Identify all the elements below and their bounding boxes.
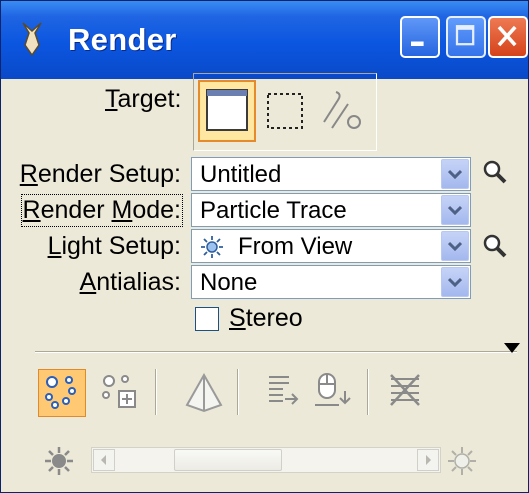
bright-sun-icon [448,447,476,475]
dialog-body: Target: Render Setup: Untitled Render Mo… [1,73,528,492]
chevron-down-icon [448,205,462,215]
render-mode-value: Particle Trace [200,197,347,224]
search-icon[interactable] [482,233,508,259]
element-icon [323,91,361,129]
toolbar-separator [237,369,239,415]
save-image-icon [269,376,299,405]
sun-light-icon [201,236,223,258]
render-dialog: Render Target: Render Setup: Untitled Re… [0,0,529,493]
search-icon[interactable] [482,159,508,185]
render-mode-dropdown[interactable]: Particle Trace [191,193,471,227]
element-target-button[interactable] [314,80,372,142]
window-title: Render [68,22,177,57]
render-mode-dropdown-button[interactable] [441,195,469,225]
stereo-label[interactable]: Stereo [229,304,303,333]
antialias-dropdown[interactable]: None [191,265,471,299]
more-options-icon[interactable] [504,343,520,355]
pyramid-icon [185,372,223,413]
brightness-slider-thumb[interactable] [174,449,282,471]
target-label: Target: [105,85,182,113]
title-bar[interactable]: Render [1,1,528,79]
target-group [193,73,377,151]
mouse-save-tool-button[interactable] [309,369,357,417]
cancel-render-icon [390,374,420,406]
maximize-button[interactable] [446,16,486,58]
fence-icon [267,93,303,129]
antialias-value: None [200,269,258,296]
toolbar-separator [155,369,157,415]
fence-target-button[interactable] [260,80,318,142]
pyramid-tool-button[interactable] [181,369,229,417]
render-app-icon [22,22,42,57]
render-mode-label: Render Mode: [20,194,184,227]
scroll-right-button[interactable] [417,449,439,471]
dim-sun-icon [45,447,73,475]
render-icon [45,376,76,409]
light-setup-dropdown-button[interactable] [441,231,469,261]
light-setup-value: From View [238,233,353,260]
render-tool-button[interactable] [38,369,86,417]
render-setup-dropdown[interactable]: Untitled [191,157,471,191]
chevron-down-icon [448,277,462,287]
view-icon [206,89,248,131]
render-setup-label: Render Setup: [19,160,181,188]
close-button[interactable] [488,16,528,58]
chevron-right-icon [426,455,431,465]
render-settings-tool-button[interactable] [97,369,145,417]
light-setup-dropdown[interactable]: From View [191,229,471,263]
minimize-button[interactable] [400,16,440,58]
save-image-tool-button[interactable] [259,369,307,417]
cancel-render-tool-button[interactable] [383,369,431,417]
scroll-left-button[interactable] [93,449,115,471]
light-setup-label: Light Setup: [47,232,181,260]
chevron-left-icon [101,455,106,465]
divider [35,351,517,353]
render-setup-dropdown-button[interactable] [441,159,469,189]
render-setup-value: Untitled [200,161,282,188]
chevron-down-icon [448,241,462,251]
toolbar-separator [367,369,369,415]
mouse-save-icon [315,373,351,406]
view-target-button[interactable] [198,80,256,142]
stereo-checkbox[interactable] [195,307,219,331]
antialias-label: Antialias: [79,268,181,296]
antialias-dropdown-button[interactable] [441,267,469,297]
brightness-slider[interactable] [91,447,441,473]
render-settings-icon [102,375,136,408]
chevron-down-icon [448,169,462,179]
